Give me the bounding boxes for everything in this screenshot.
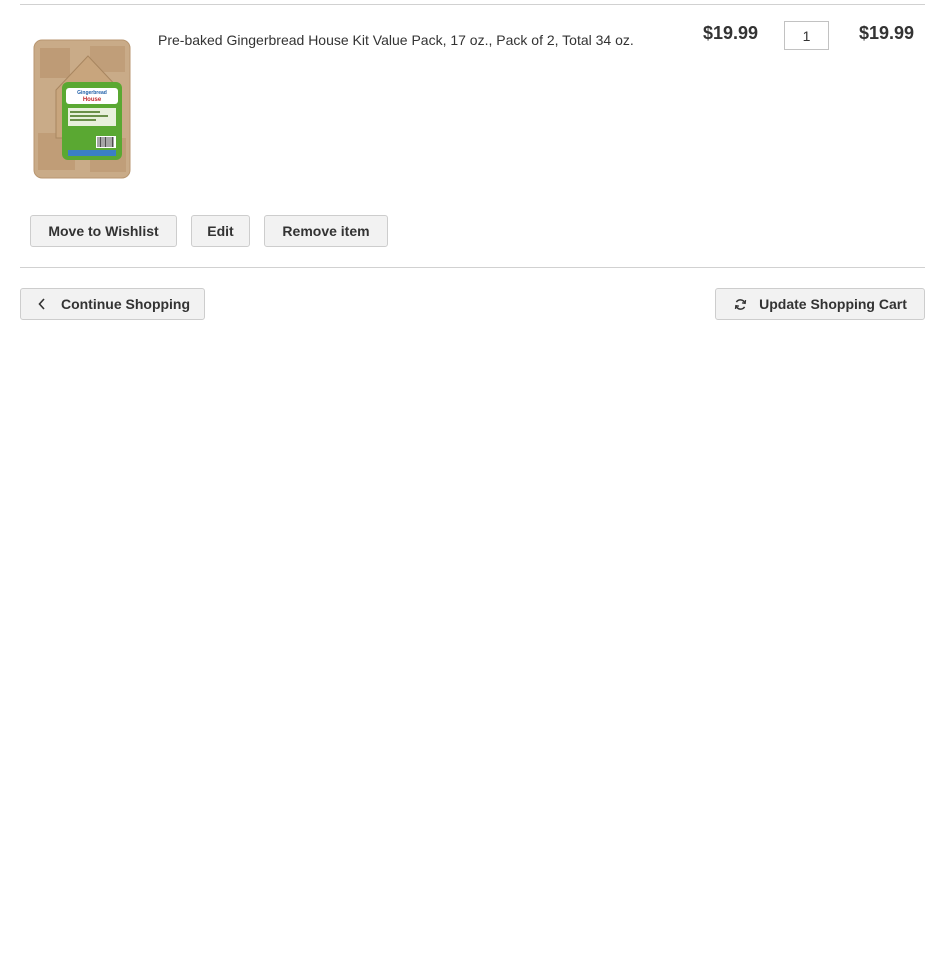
edit-item-button[interactable]: Edit bbox=[191, 215, 250, 247]
product-name[interactable]: Pre-baked Gingerbread House Kit Value Pa… bbox=[158, 32, 634, 48]
update-shopping-cart-label: Update Shopping Cart bbox=[759, 296, 907, 312]
remove-item-button[interactable]: Remove item bbox=[264, 215, 388, 247]
continue-shopping-label: Continue Shopping bbox=[60, 296, 191, 312]
svg-text:Gingerbread: Gingerbread bbox=[77, 90, 107, 96]
chevron-left-icon bbox=[35, 297, 49, 311]
move-to-wishlist-button[interactable]: Move to Wishlist bbox=[30, 215, 177, 247]
svg-text:House: House bbox=[83, 97, 102, 103]
item-subtotal: $19.99 bbox=[859, 23, 915, 43]
continue-shopping-button[interactable]: Continue Shopping bbox=[20, 288, 205, 320]
unit-price: $19.99 bbox=[703, 23, 759, 43]
update-shopping-cart-button[interactable]: Update Shopping Cart bbox=[715, 288, 925, 320]
refresh-icon bbox=[733, 297, 747, 311]
edit-label: Edit bbox=[207, 223, 234, 239]
shopping-cart-page: Gingerbread House Pre-baked Gingerbread … bbox=[0, 0, 929, 960]
product-image[interactable]: Gingerbread House bbox=[30, 38, 134, 180]
move-to-wishlist-label: Move to Wishlist bbox=[48, 223, 159, 239]
quantity-input[interactable] bbox=[784, 21, 829, 50]
top-divider bbox=[20, 4, 925, 5]
actions-divider bbox=[20, 267, 925, 268]
remove-item-label: Remove item bbox=[282, 223, 370, 239]
